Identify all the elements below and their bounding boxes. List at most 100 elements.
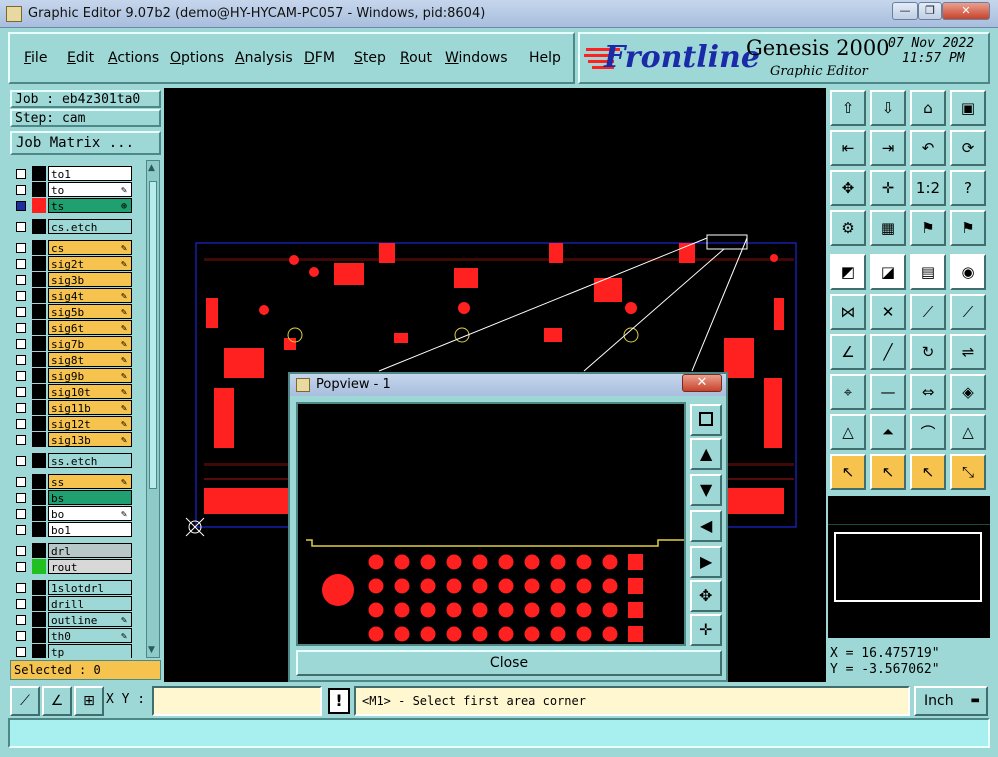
popview-down-button[interactable]: ▼ (690, 474, 722, 506)
layer-color-swatch[interactable] (32, 352, 46, 367)
layer-checkbox[interactable] (16, 339, 26, 349)
popview-close-button[interactable]: Close (296, 650, 722, 676)
menu-edit[interactable]: Edit (67, 50, 94, 66)
layer-checkbox[interactable] (16, 525, 26, 535)
layer-name[interactable]: ss.etch (48, 453, 132, 468)
tool-redraw-button[interactable]: ⟳ (950, 130, 986, 166)
tool-net-button[interactable]: ⋈ (830, 294, 866, 330)
layer-row[interactable]: cs.etch (12, 219, 134, 235)
layer-name[interactable]: sig9b ✎ (48, 368, 132, 383)
layer-row[interactable]: sig12t ✎ (12, 416, 134, 432)
tool-flip-button[interactable]: ⇌ (950, 334, 986, 370)
layer-color-swatch[interactable] (32, 288, 46, 303)
layer-name[interactable]: sig6t ✎ (48, 320, 132, 335)
layer-color-swatch[interactable] (32, 166, 46, 181)
layer-row[interactable]: rout (12, 559, 134, 575)
layer-row[interactable]: bs (12, 490, 134, 506)
layer-row[interactable]: sig13b ✎ (12, 432, 134, 448)
layer-name[interactable]: sig5b ✎ (48, 304, 132, 319)
tool-node-button[interactable]: ⌖ (830, 374, 866, 410)
menu-file[interactable]: File (24, 50, 47, 66)
tool-route-button[interactable]: ⤡ (950, 454, 986, 490)
minimize-button[interactable]: — (892, 2, 918, 20)
popview-fit-button[interactable]: ✥ (690, 580, 722, 612)
close-window-button[interactable]: ✕ (942, 2, 990, 20)
layer-row[interactable]: to1 (12, 166, 134, 182)
tool-ruler-button[interactable]: ▤ (910, 254, 946, 290)
layer-row[interactable]: sig8t ✎ (12, 352, 134, 368)
layer-list-scrollbar[interactable]: ▲ ▼ (146, 160, 160, 658)
tool-help-button[interactable]: ? (950, 170, 986, 206)
tool-cross-button[interactable]: ✕ (870, 294, 906, 330)
tool-undo-button[interactable]: ↶ (910, 130, 946, 166)
layer-row[interactable]: sig9b ✎ (12, 368, 134, 384)
tool-minus-button[interactable]: — (870, 374, 906, 410)
layer-name[interactable]: sig13b ✎ (48, 432, 132, 447)
layer-name[interactable]: cs.etch (48, 219, 132, 234)
layer-name[interactable]: rout (48, 559, 132, 574)
layer-color-swatch[interactable] (32, 644, 46, 658)
menu-actions[interactable]: Actions (108, 50, 159, 66)
layer-row[interactable]: drill (12, 596, 134, 612)
layer-row[interactable]: bo ✎ (12, 506, 134, 522)
tool-point-button[interactable]: ⟋ (910, 294, 946, 330)
layer-name[interactable]: tp (48, 644, 132, 658)
layer-checkbox[interactable] (16, 371, 26, 381)
tool-grid-button[interactable]: ▦ (870, 210, 906, 246)
tool-arrow-triangle-button[interactable]: ⏶ (870, 414, 906, 450)
layer-color-swatch[interactable] (32, 272, 46, 287)
layer-color-swatch[interactable] (32, 368, 46, 383)
layer-row[interactable]: sig10t ✎ (12, 384, 134, 400)
layer-color-swatch[interactable] (32, 453, 46, 468)
layer-checkbox[interactable] (16, 599, 26, 609)
layer-checkbox[interactable] (16, 323, 26, 333)
menu-help[interactable]: Help (529, 50, 561, 66)
angle-mode-icon[interactable]: ∠ (42, 686, 72, 716)
popview-canvas[interactable] (296, 402, 686, 646)
alert-icon[interactable]: ! (328, 688, 350, 714)
layer-checkbox[interactable] (16, 477, 26, 487)
tool-pan-right-button[interactable]: ⇥ (870, 130, 906, 166)
layer-name[interactable]: sig7b ✎ (48, 336, 132, 351)
layer-row[interactable]: sig3b (12, 272, 134, 288)
layer-checkbox[interactable] (16, 307, 26, 317)
layer-name[interactable]: sig4t ✎ (48, 288, 132, 303)
layer-name[interactable]: th0 ✎ (48, 628, 132, 643)
scroll-down-icon[interactable]: ▼ (148, 645, 158, 655)
tool-circle-button[interactable]: ◉ (950, 254, 986, 290)
tool-zoom-ratio-button[interactable]: 1:2 (910, 170, 946, 206)
layer-row[interactable]: ss ✎ (12, 474, 134, 490)
tool-layer-up-button[interactable]: ⇧ (830, 90, 866, 126)
layer-name[interactable]: drl (48, 543, 132, 558)
xy-input[interactable] (152, 686, 322, 716)
popview-center-button[interactable]: ✛ (690, 614, 722, 646)
tool-line-button[interactable]: ∠ (830, 334, 866, 370)
layer-checkbox[interactable] (16, 583, 26, 593)
tool-window-button[interactable]: ▣ (950, 90, 986, 126)
layer-name[interactable]: bo1 (48, 522, 132, 537)
layer-checkbox[interactable] (16, 387, 26, 397)
layer-row[interactable]: ss.etch (12, 453, 134, 469)
tool-slash-button[interactable]: ╱ (870, 334, 906, 370)
layer-checkbox[interactable] (16, 259, 26, 269)
layer-checkbox[interactable] (16, 435, 26, 445)
layer-name[interactable]: sig12t ✎ (48, 416, 132, 431)
layer-color-swatch[interactable] (32, 506, 46, 521)
layer-checkbox[interactable] (16, 419, 26, 429)
layer-color-swatch[interactable] (32, 320, 46, 335)
layer-color-swatch[interactable] (32, 198, 46, 213)
layer-name[interactable]: sig11b ✎ (48, 400, 132, 415)
tool-pan-left-button[interactable]: ⇤ (830, 130, 866, 166)
layer-color-swatch[interactable] (32, 612, 46, 627)
layer-color-swatch[interactable] (32, 474, 46, 489)
layer-checkbox[interactable] (16, 562, 26, 572)
layer-row[interactable]: tp (12, 644, 134, 658)
measure-mode-icon[interactable]: ⟋ (10, 686, 40, 716)
layer-checkbox[interactable] (16, 456, 26, 466)
popview-zoom-in-button[interactable] (690, 404, 722, 436)
layer-row[interactable]: to ✎ (12, 182, 134, 198)
grid-snap-icon[interactable]: ⊞ (74, 686, 104, 716)
layer-name[interactable]: bo ✎ (48, 506, 132, 521)
tool-arc-button[interactable]: ⌒ (910, 414, 946, 450)
tool-resize-button[interactable]: ⇔ (910, 374, 946, 410)
